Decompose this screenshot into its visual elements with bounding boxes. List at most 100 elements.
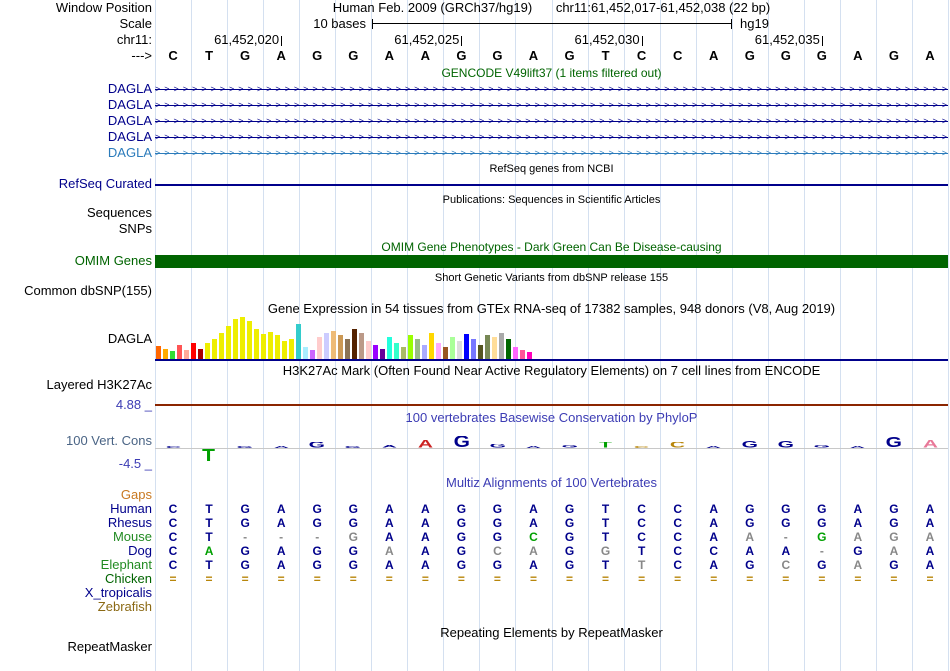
h3k27ac-title[interactable]: H3K27Ac Mark (Often Found Near Active Re… [155,364,948,378]
multiz-cell: - [819,544,824,558]
gtex-bar[interactable] [275,335,280,359]
gtex-bar[interactable] [352,329,357,359]
multiz-cell: C [168,558,178,572]
cons-track-label[interactable]: 100 Vert. Cons [0,434,152,448]
gtex-bar[interactable] [492,337,497,359]
gene-arrow-row[interactable]: >>>>>>>>>>>>>>>>>>>>>>>>>>>>>>>>>>>>>>>>… [155,145,948,161]
gene-track-label[interactable]: DAGLA [0,130,152,144]
gtex-bar[interactable] [471,339,476,359]
gene-arrow-row[interactable]: >>>>>>>>>>>>>>>>>>>>>>>>>>>>>>>>>>>>>>>>… [155,81,948,97]
phylop-title[interactable]: 100 vertebrates Basewise Conservation by… [155,411,948,425]
gtex-bar[interactable] [450,337,455,359]
gtex-bar[interactable] [310,350,315,359]
multiz-species-label[interactable]: Human [0,502,152,516]
multiz-cell: = [313,572,321,586]
multiz-title[interactable]: Multiz Alignments of 100 Vertebrates [155,476,948,490]
gene-arrow-row[interactable]: >>>>>>>>>>>>>>>>>>>>>>>>>>>>>>>>>>>>>>>>… [155,97,948,113]
gtex-bar[interactable] [268,332,273,359]
gtex-bar[interactable] [485,335,490,359]
gtex-bar[interactable] [282,341,287,359]
h3k27ac-track-label[interactable]: Layered H3K27Ac [0,378,152,392]
gtex-bar[interactable] [408,335,413,359]
gtex-bar[interactable] [177,345,182,359]
gtex-bar[interactable] [233,319,238,359]
gene-arrow-row[interactable]: >>>>>>>>>>>>>>>>>>>>>>>>>>>>>>>>>>>>>>>>… [155,129,948,145]
multiz-species-label[interactable]: Rhesus [0,516,152,530]
sequences-track-label[interactable]: Sequences [0,206,152,220]
gtex-bar[interactable] [527,352,532,359]
multiz-species-label[interactable]: Gaps [0,488,152,502]
gtex-bar[interactable] [401,347,406,359]
multiz-species-label[interactable]: Chicken [0,572,152,586]
gtex-bar[interactable] [296,324,301,359]
gtex-bar[interactable] [317,337,322,359]
gtex-bar[interactable] [240,317,245,359]
h3k27ac-baseline[interactable] [155,404,948,406]
gtex-bar[interactable] [422,345,427,359]
gtex-bar[interactable] [513,347,518,359]
gtex-bar[interactable] [415,339,420,359]
gene-track-label[interactable]: DAGLA [0,82,152,96]
multiz-species-label[interactable]: Zebrafish [0,600,152,614]
repeatmasker-title[interactable]: Repeating Elements by RepeatMasker [155,626,948,640]
gtex-bar[interactable] [478,345,483,359]
gtex-bar[interactable] [226,326,231,359]
gencode-title[interactable]: GENCODE V49lift37 (1 items filtered out) [155,66,948,80]
gtex-bar[interactable] [289,339,294,359]
gtex-bar[interactable] [170,351,175,359]
gene-track-label[interactable]: DAGLA [0,98,152,112]
refseq-track-label[interactable]: RefSeq Curated [0,177,152,191]
omim-track-label[interactable]: OMIM Genes [0,254,152,268]
gtex-bar[interactable] [429,333,434,359]
dbsnp-title[interactable]: Short Genetic Variants from dbSNP releas… [155,271,948,285]
gtex-bar[interactable] [464,334,469,359]
gene-arrow-row[interactable]: >>>>>>>>>>>>>>>>>>>>>>>>>>>>>>>>>>>>>>>>… [155,113,948,129]
multiz-cell: A [420,544,430,558]
multiz-species-label[interactable]: Dog [0,544,152,558]
gtex-bar[interactable] [331,331,336,359]
multiz-species-label[interactable]: Elephant [0,558,152,572]
gtex-bar[interactable] [380,349,385,359]
gtex-bar[interactable] [156,346,161,359]
gtex-bar[interactable] [205,343,210,359]
gtex-track-label[interactable]: DAGLA [0,332,152,346]
omim-title[interactable]: OMIM Gene Phenotypes - Dark Green Can Be… [155,240,948,254]
gtex-bar[interactable] [394,343,399,359]
gtex-title[interactable]: Gene Expression in 54 tissues from GTEx … [155,302,948,316]
publications-title[interactable]: Publications: Sequences in Scientific Ar… [155,193,948,207]
gtex-bar[interactable] [499,333,504,359]
gtex-bar[interactable] [443,347,448,359]
gtex-bar[interactable] [338,335,343,359]
gtex-bar[interactable] [219,333,224,359]
refseq-curated-line[interactable] [155,184,948,186]
gtex-bar[interactable] [506,339,511,359]
gtex-bar[interactable] [373,345,378,359]
multiz-cell: C [673,530,682,544]
gtex-bar[interactable] [366,341,371,359]
gtex-bar[interactable] [191,343,196,359]
gtex-bar[interactable] [324,333,329,359]
gtex-bar[interactable] [163,349,168,359]
multiz-species-label[interactable]: X_tropicalis [0,586,152,600]
snps-track-label[interactable]: SNPs [0,222,152,236]
repeatmasker-track-label[interactable]: RepeatMasker [0,640,152,654]
gene-track-label[interactable]: DAGLA [0,114,152,128]
dbsnp-track-label[interactable]: Common dbSNP(155) [0,284,152,298]
multiz-species-label[interactable]: Mouse [0,530,152,544]
gtex-bar[interactable] [457,341,462,359]
gtex-bar[interactable] [247,321,252,359]
gtex-bar[interactable] [436,343,441,359]
gene-track-label[interactable]: DAGLA [0,146,152,160]
gtex-bar[interactable] [254,329,259,359]
omim-bar[interactable] [155,255,948,268]
gtex-bar[interactable] [261,334,266,359]
gtex-bar[interactable] [345,339,350,359]
gtex-bar[interactable] [359,333,364,359]
gtex-bar[interactable] [387,337,392,359]
gtex-bar[interactable] [198,349,203,359]
gtex-bar[interactable] [520,350,525,359]
gtex-bar[interactable] [184,350,189,359]
gtex-bar[interactable] [303,347,308,359]
refseq-title[interactable]: RefSeq genes from NCBI [155,162,948,176]
gtex-bar[interactable] [212,339,217,359]
